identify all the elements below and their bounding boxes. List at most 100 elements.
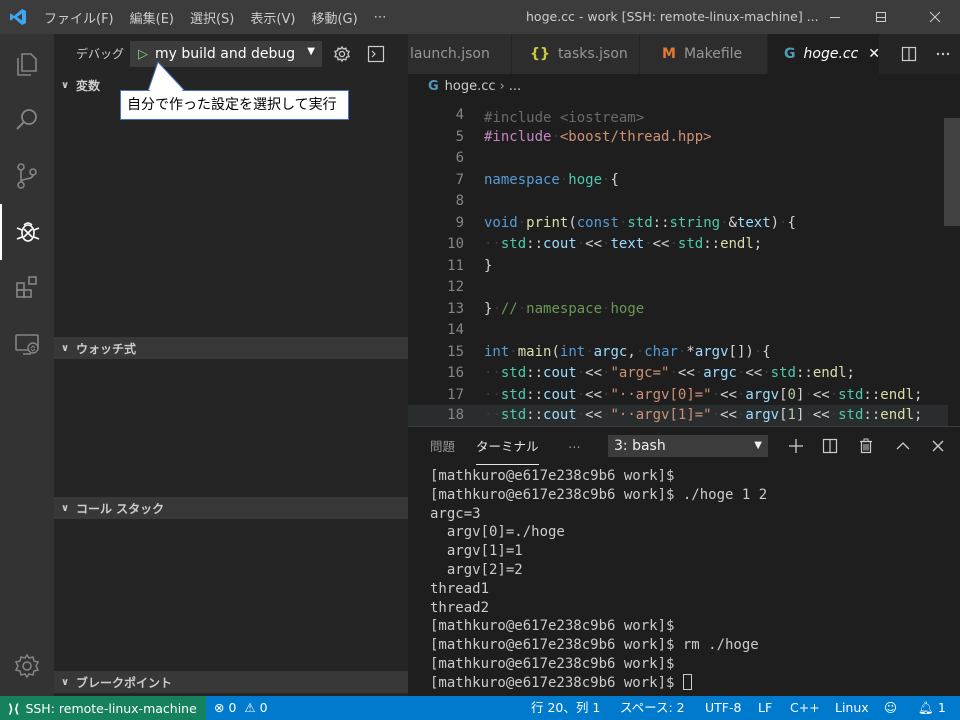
line-number: 13 — [447, 300, 464, 317]
cpp-file-icon: G — [784, 46, 796, 62]
code-text: namespace·hoge·{ — [484, 171, 619, 188]
debug-label: デバッグ — [76, 47, 125, 61]
os-indicator[interactable]: Linux — [835, 696, 869, 720]
json-icon: {} — [530, 46, 550, 62]
menu-edit[interactable]: 編集(E) — [122, 8, 182, 27]
vscode-logo-icon — [0, 0, 36, 34]
tab-label: hoge.cc — [803, 46, 859, 62]
notifications[interactable]: 🔔︎ 1 — [918, 696, 946, 720]
indentation[interactable]: スペース: 2 — [620, 696, 685, 720]
debug-icon[interactable] — [0, 204, 54, 260]
breadcrumb-symbol[interactable]: ... — [509, 79, 521, 94]
tab-label: tasks.json — [557, 46, 628, 62]
close-tab-icon[interactable]: ✕ — [868, 46, 880, 62]
settings-gear-icon[interactable] — [0, 638, 54, 694]
breadcrumb-file[interactable]: hoge.cc — [445, 79, 496, 94]
chevron-up-icon[interactable] — [891, 433, 915, 459]
close-window-button[interactable] — [912, 0, 958, 34]
terminal-line: argv[0]=./hoge — [430, 524, 565, 541]
maximize-button[interactable] — [858, 0, 904, 34]
line-number: 12 — [447, 279, 464, 295]
end-of-line[interactable]: LF — [758, 696, 772, 720]
language-mode[interactable]: C++ — [790, 696, 820, 720]
callstack-section-header[interactable]: ∨ コール スタック — [54, 497, 408, 519]
line-number: 6 — [455, 150, 464, 166]
bottom-panel: 問題 ターミナル ⋯ 3: bash ▼ [mathkuro@e617e238c… — [408, 426, 960, 696]
tab-makefile[interactable]: M Makefile — [640, 34, 768, 74]
tab-terminal[interactable]: ターミナル — [476, 427, 539, 465]
remote-indicator[interactable]: ⟩⟨ SSH: remote-linux-machine — [0, 696, 206, 720]
chevron-down-icon: ∨ — [60, 342, 70, 354]
warning-icon: ⚠ — [244, 700, 256, 715]
panel-tabs: 問題 ターミナル ⋯ 3: bash ▼ — [408, 427, 960, 465]
code-line-current: 18 ··std::cout·<<·"··argv[1]="·<<·argv[1]… — [408, 405, 948, 426]
watch-section-header[interactable]: ∨ ウォッチ式 — [54, 337, 408, 359]
menu-bar: ファイル(F) 編集(E) 選択(S) 表示(V) 移動(G) ⋯ — [36, 0, 395, 34]
feedback-smiley-icon[interactable]: ☺ — [884, 696, 897, 720]
code-text: void·print(const·std::string·&text)·{ — [484, 214, 796, 231]
terminal-line: thread1 — [430, 580, 490, 597]
chevron-down-icon: ▼ — [307, 46, 315, 57]
more-actions-icon[interactable] — [926, 34, 960, 74]
split-editor-icon[interactable] — [892, 34, 926, 74]
terminal-line: argv[2]=2 — [430, 561, 523, 578]
cursor-position[interactable]: 行 20、列 1 — [531, 696, 600, 720]
menu-more[interactable]: ⋯ — [366, 10, 395, 25]
code-line: 8 — [408, 191, 948, 213]
menu-view[interactable]: 表示(V) — [242, 8, 303, 27]
tab-launch-json[interactable]: launch.json — [408, 34, 512, 74]
tab-hoge-cc[interactable]: G hoge.cc ✕ — [768, 34, 880, 74]
terminal-cursor — [682, 673, 692, 690]
encoding[interactable]: UTF-8 — [705, 696, 741, 720]
minimize-button-2[interactable] — [812, 0, 858, 34]
menu-selection[interactable]: 選択(S) — [182, 8, 242, 27]
window-title: hoge.cc - work [SSH: remote-linux-machin… — [526, 9, 819, 24]
trash-icon[interactable] — [854, 433, 878, 459]
maximize-icon — [876, 12, 886, 22]
line-number: 10 — [447, 236, 464, 252]
debug-config-name: my build and debug — [155, 46, 296, 62]
remote-label: SSH: remote-linux-machine — [25, 700, 197, 716]
breakpoints-section-header[interactable]: ∨ ブレークポイント — [54, 671, 408, 693]
code-line: 17 ··std::cout·<<·"··argv[0]="·<<·argv[0]… — [408, 385, 948, 407]
menu-go[interactable]: 移動(G) — [303, 8, 365, 27]
tab-label: Makefile — [683, 46, 743, 62]
debug-sidebar: デバッグ ▷ my build and debug ▼ ∨ 変数 ∨ ウォッチ式… — [54, 34, 408, 696]
terminal-select[interactable]: 3: bash ▼ — [608, 435, 768, 457]
search-icon[interactable] — [0, 92, 54, 148]
code-text: } — [484, 257, 493, 274]
menu-file[interactable]: ファイル(F) — [36, 8, 122, 27]
explorer-icon[interactable] — [0, 36, 54, 92]
start-debug-icon[interactable]: ▷ — [131, 47, 155, 62]
remote-explorer-icon[interactable] — [0, 316, 54, 372]
split-terminal-icon[interactable] — [818, 433, 842, 459]
bell-icon: 🔔︎ — [918, 700, 934, 715]
chevron-down-icon: ∨ — [60, 502, 70, 514]
terminal-output[interactable]: [mathkuro@e617e238c9b6 work]$ [mathkuro@… — [430, 467, 958, 693]
extensions-icon[interactable] — [0, 260, 54, 316]
terminal-line: [mathkuro@e617e238c9b6 work]$ ./hoge 1 2 — [430, 486, 768, 503]
line-number: 17 — [447, 386, 464, 403]
panel-more-icon[interactable]: ⋯ — [568, 427, 581, 465]
code-editor[interactable]: #include <iostream> 4 5 #include·<boost/t… — [408, 98, 960, 426]
new-terminal-icon[interactable] — [784, 433, 808, 459]
source-control-icon[interactable] — [0, 148, 54, 204]
code-line: 7 namespace·hoge·{ — [408, 170, 948, 192]
tab-problems[interactable]: 問題 — [430, 427, 455, 465]
chevron-down-icon: ∨ — [60, 79, 70, 91]
debug-config-select[interactable]: ▷ my build and debug ▼ — [130, 41, 322, 67]
chevron-down-icon: ∨ — [60, 676, 70, 688]
error-count: 0 — [228, 700, 237, 715]
close-panel-icon[interactable] — [926, 433, 950, 459]
code-text: ··std::cout·<<·text·<<·std::endl; — [484, 236, 763, 252]
debug-settings-gear-icon[interactable] — [330, 42, 354, 66]
tab-tasks-json[interactable]: {} tasks.json — [512, 34, 640, 74]
code-line: 12 — [408, 277, 948, 299]
debug-console-icon[interactable] — [364, 42, 388, 66]
remote-icon: ⟩⟨ — [8, 700, 20, 716]
editor-scrollbar[interactable] — [944, 118, 960, 226]
terminal-line: thread2 — [430, 599, 490, 616]
line-number: 18 — [447, 407, 464, 423]
terminal-line: argc=3 — [430, 505, 481, 522]
problems-indicator[interactable]: ⊗ 0 ⚠ 0 — [214, 696, 268, 720]
